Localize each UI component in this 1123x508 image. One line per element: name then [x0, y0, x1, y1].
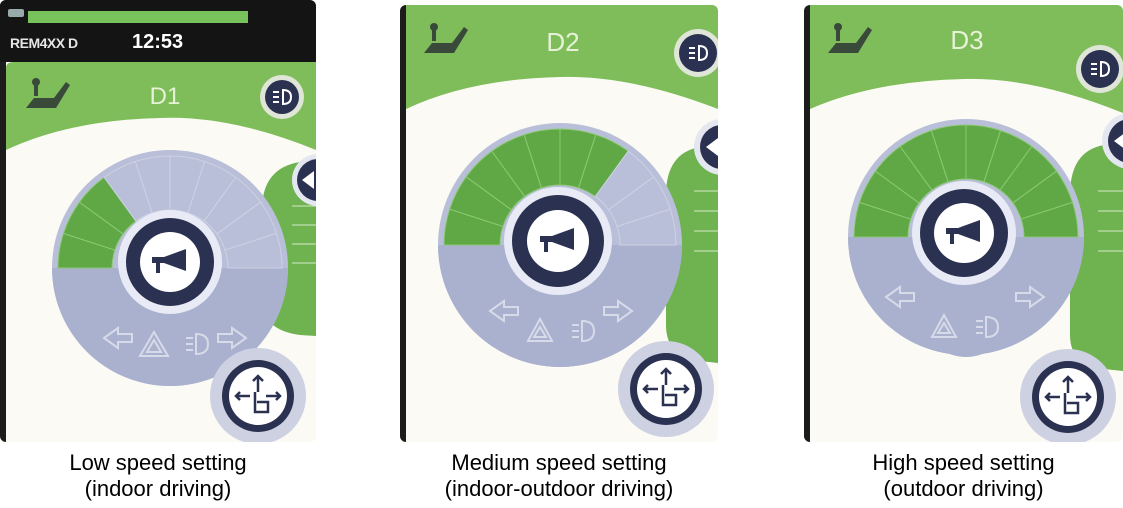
headlight-button — [260, 75, 304, 119]
caption-subtitle: (indoor driving) — [84, 476, 232, 501]
caption-title: High speed setting — [872, 450, 1055, 475]
joystick-button — [1020, 349, 1116, 442]
panel-low-speed: REM4XX D 12:53 D1 Low speed setting (ind… — [0, 0, 330, 508]
device-screen: D2 — [400, 5, 718, 442]
joystick-button — [618, 341, 714, 437]
headlight-button — [1076, 45, 1123, 93]
caption: Medium speed setting (indoor-outdoor dri… — [400, 450, 718, 502]
caption-subtitle: (indoor-outdoor driving) — [444, 476, 674, 501]
panel-graphics: D1 — [6, 62, 316, 442]
caption: High speed setting (outdoor driving) — [804, 450, 1123, 502]
panel-graphics: D2 — [406, 5, 718, 437]
drive-label: D1 — [150, 83, 181, 110]
header-bar — [810, 5, 1123, 113]
panel-medium-speed: D2 Medium speed setting (indoor-outdoor … — [400, 0, 730, 508]
header-bar — [406, 5, 718, 109]
gauge-tab — [530, 357, 590, 367]
panel-high-speed: D3 High speed setting (outdoor driving) — [804, 0, 1123, 508]
caption-subtitle: (outdoor driving) — [883, 476, 1044, 501]
caption: Low speed setting (indoor driving) — [0, 450, 316, 502]
gauge-tab — [936, 347, 996, 357]
caption-title: Medium speed setting — [451, 450, 667, 475]
drive-label: D2 — [546, 27, 579, 57]
drive-label: D3 — [950, 25, 983, 55]
joystick-button — [210, 348, 306, 442]
panel-graphics: D3 — [810, 5, 1123, 442]
caption-title: Low speed setting — [69, 450, 247, 475]
device-screen: D3 — [804, 5, 1123, 442]
device-screen: REM4XX D 12:53 D1 — [0, 0, 316, 442]
